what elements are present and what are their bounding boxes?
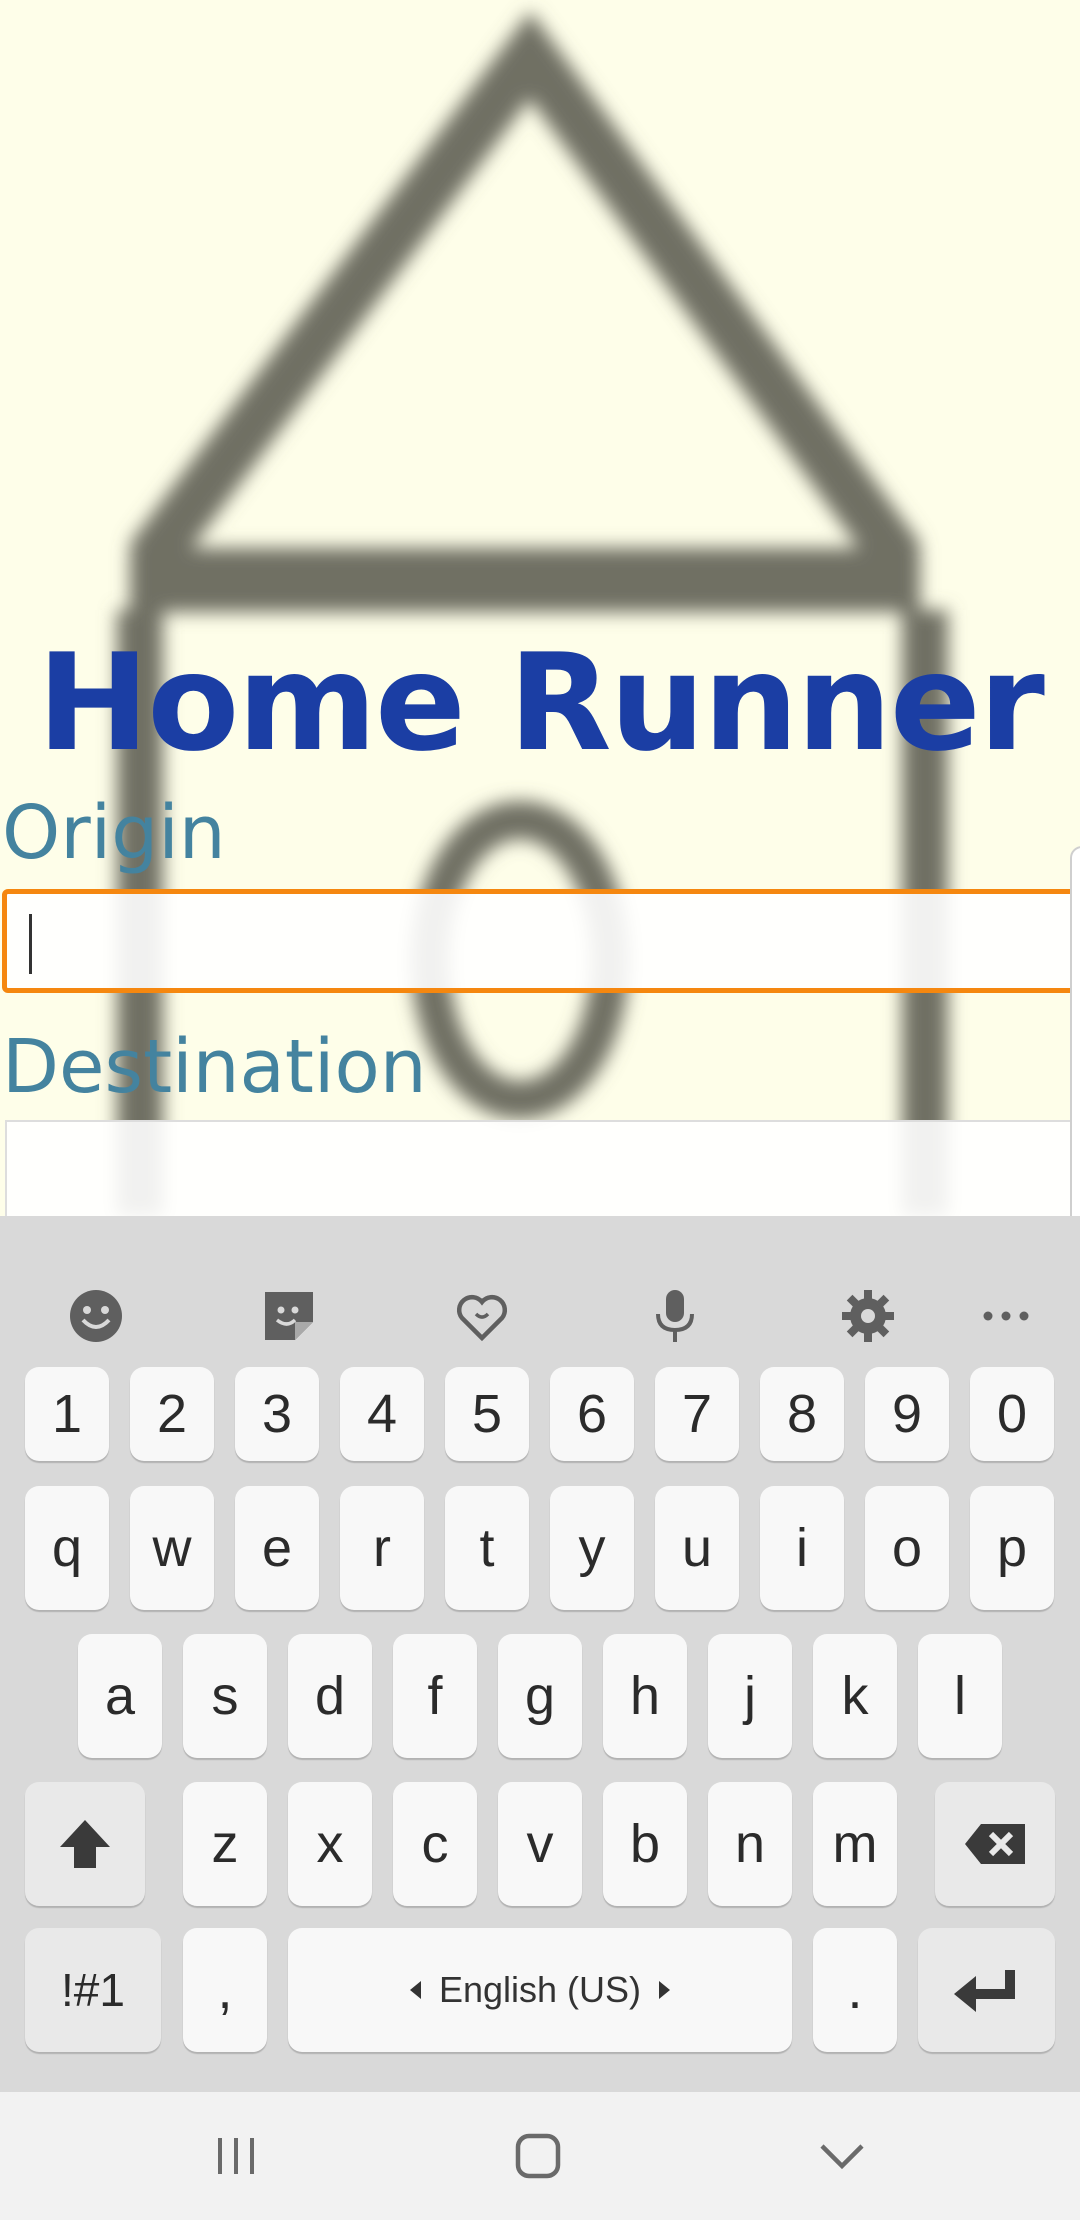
key-u[interactable]: u bbox=[655, 1486, 739, 1610]
destination-label: Destination bbox=[2, 1024, 427, 1110]
text-caret bbox=[29, 914, 32, 974]
hide-keyboard-button[interactable] bbox=[802, 2116, 882, 2196]
bitmoji-icon[interactable] bbox=[442, 1276, 522, 1356]
language-next-icon bbox=[659, 1981, 671, 1999]
comma-key[interactable]: , bbox=[183, 1928, 267, 2052]
key-e[interactable]: e bbox=[235, 1486, 319, 1610]
soft-keyboard: 1 2 3 4 5 6 7 8 9 0 q w e r t y u i o p … bbox=[0, 1216, 1080, 2092]
space-language-label: English (US) bbox=[438, 1969, 642, 2010]
space-key[interactable]: English (US) bbox=[288, 1928, 792, 2052]
key-a[interactable]: a bbox=[78, 1634, 162, 1758]
key-l[interactable]: l bbox=[918, 1634, 1002, 1758]
key-7[interactable]: 7 bbox=[655, 1367, 739, 1461]
recent-apps-icon bbox=[218, 2138, 254, 2174]
microphone-icon[interactable] bbox=[635, 1276, 715, 1356]
shift-key[interactable] bbox=[25, 1782, 145, 1906]
key-f[interactable]: f bbox=[393, 1634, 477, 1758]
key-p[interactable]: p bbox=[970, 1486, 1054, 1610]
key-0[interactable]: 0 bbox=[970, 1367, 1054, 1461]
symbols-key[interactable]: !#1 bbox=[25, 1928, 161, 2052]
key-i[interactable]: i bbox=[760, 1486, 844, 1610]
settings-gear-icon[interactable] bbox=[828, 1276, 908, 1356]
key-t[interactable]: t bbox=[445, 1486, 529, 1610]
key-5[interactable]: 5 bbox=[445, 1367, 529, 1461]
key-z[interactable]: z bbox=[183, 1782, 267, 1906]
language-prev-icon bbox=[409, 1981, 421, 1999]
backspace-icon bbox=[965, 1824, 1025, 1864]
key-j[interactable]: j bbox=[708, 1634, 792, 1758]
key-m[interactable]: m bbox=[813, 1782, 897, 1906]
key-s[interactable]: s bbox=[183, 1634, 267, 1758]
emoji-icon[interactable] bbox=[56, 1276, 136, 1356]
key-q[interactable]: q bbox=[25, 1486, 109, 1610]
period-key[interactable]: . bbox=[813, 1928, 897, 2052]
key-n[interactable]: n bbox=[708, 1782, 792, 1906]
key-k[interactable]: k bbox=[813, 1634, 897, 1758]
sticker-icon[interactable] bbox=[249, 1276, 329, 1356]
key-2[interactable]: 2 bbox=[130, 1367, 214, 1461]
key-o[interactable]: o bbox=[865, 1486, 949, 1610]
key-r[interactable]: r bbox=[340, 1486, 424, 1610]
key-c[interactable]: c bbox=[393, 1782, 477, 1906]
enter-icon bbox=[953, 1970, 1015, 2012]
key-v[interactable]: v bbox=[498, 1782, 582, 1906]
key-4[interactable]: 4 bbox=[340, 1367, 424, 1461]
key-y[interactable]: y bbox=[550, 1486, 634, 1610]
home-button[interactable] bbox=[498, 2116, 578, 2196]
shift-arrow-icon bbox=[60, 1820, 110, 1868]
key-b[interactable]: b bbox=[603, 1782, 687, 1906]
key-d[interactable]: d bbox=[288, 1634, 372, 1758]
key-x[interactable]: x bbox=[288, 1782, 372, 1906]
key-9[interactable]: 9 bbox=[865, 1367, 949, 1461]
key-g[interactable]: g bbox=[498, 1634, 582, 1758]
origin-input[interactable] bbox=[2, 889, 1080, 993]
edge-panel-handle[interactable] bbox=[1070, 846, 1080, 1278]
home-icon bbox=[515, 2133, 561, 2179]
key-8[interactable]: 8 bbox=[760, 1367, 844, 1461]
chevron-down-icon bbox=[820, 2144, 864, 2170]
key-6[interactable]: 6 bbox=[550, 1367, 634, 1461]
app-title: Home Runner bbox=[37, 625, 1045, 781]
origin-label: Origin bbox=[2, 790, 226, 876]
key-w[interactable]: w bbox=[130, 1486, 214, 1610]
key-1[interactable]: 1 bbox=[25, 1367, 109, 1461]
system-navigation-bar bbox=[0, 2092, 1080, 2220]
recent-apps-button[interactable] bbox=[196, 2116, 276, 2196]
enter-key[interactable] bbox=[918, 1928, 1055, 2052]
key-3[interactable]: 3 bbox=[235, 1367, 319, 1461]
key-h[interactable]: h bbox=[603, 1634, 687, 1758]
more-options-icon[interactable] bbox=[966, 1276, 1046, 1356]
backspace-key[interactable] bbox=[935, 1782, 1055, 1906]
